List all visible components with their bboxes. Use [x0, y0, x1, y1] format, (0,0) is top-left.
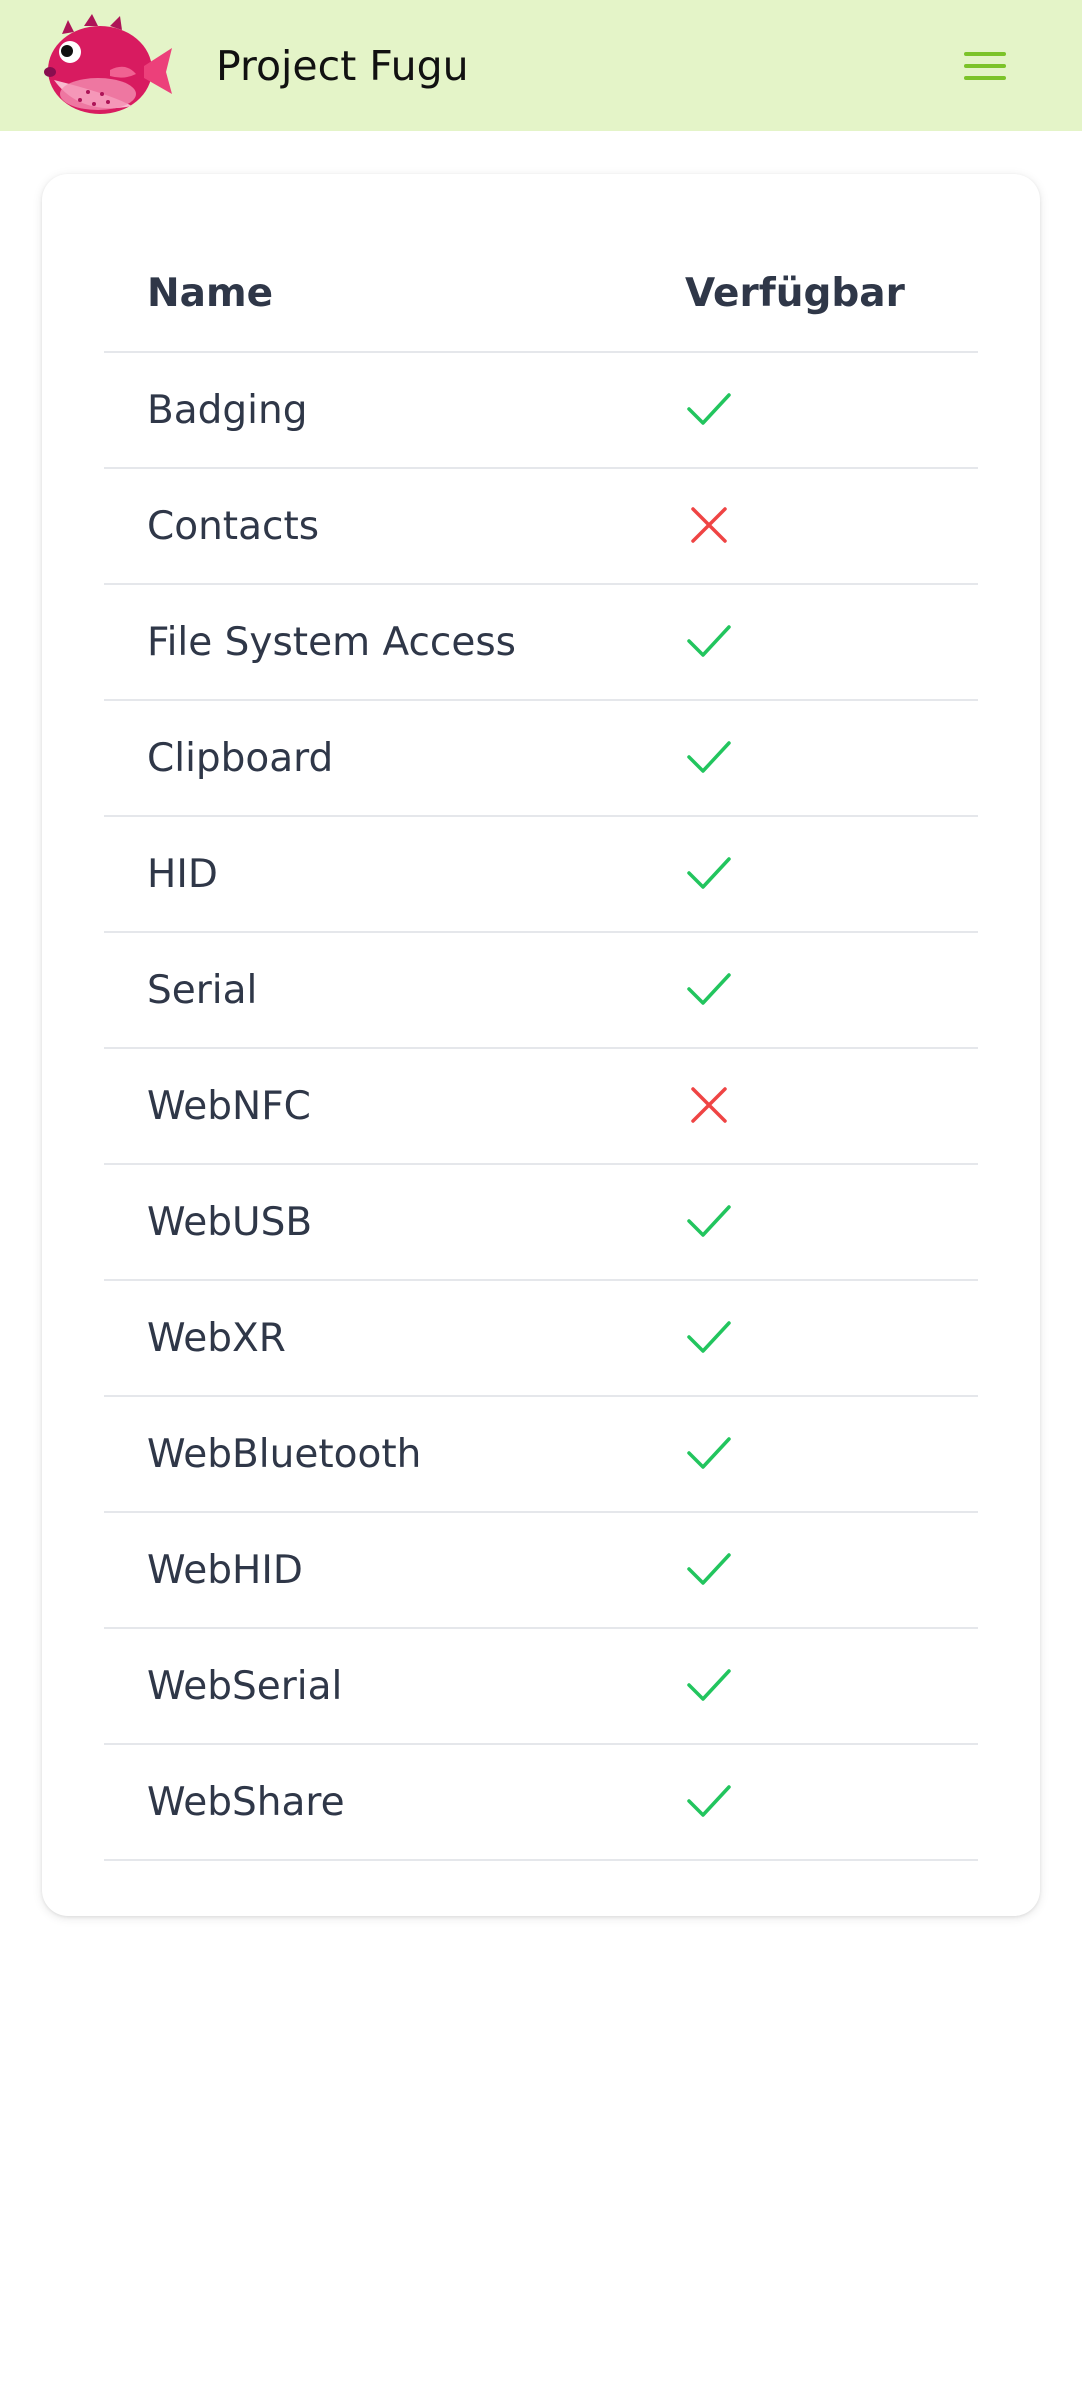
table-row: Contacts	[104, 468, 978, 585]
feature-availability	[685, 352, 978, 469]
check-icon	[685, 385, 733, 433]
feature-name: HID	[104, 816, 685, 933]
feature-name: WebSerial	[104, 1628, 685, 1745]
feature-name: File System Access	[104, 584, 685, 701]
check-icon	[685, 849, 733, 897]
feature-availability-table: Name Verfügbar Badging Contacts File Syste…	[104, 236, 978, 1861]
feature-table-card: Name Verfügbar Badging Contacts File Syste…	[42, 174, 1040, 1916]
check-icon	[685, 1661, 733, 1709]
feature-availability	[685, 1396, 978, 1513]
feature-name: WebUSB	[104, 1164, 685, 1281]
feature-name: WebShare	[104, 1744, 685, 1861]
feature-availability	[685, 816, 978, 933]
check-icon	[685, 1313, 733, 1361]
feature-availability	[685, 932, 978, 1049]
check-icon	[685, 1197, 733, 1245]
table-row: File System Access	[104, 584, 978, 701]
column-header-name: Name	[104, 236, 685, 353]
table-row: HID	[104, 816, 978, 933]
check-icon	[685, 1545, 733, 1593]
table-row: WebBluetooth	[104, 1396, 978, 1513]
check-icon	[685, 1429, 733, 1477]
feature-name: Serial	[104, 932, 685, 1049]
table-row: Badging	[104, 352, 978, 469]
check-icon	[685, 733, 733, 781]
check-icon	[685, 617, 733, 665]
app-title: Project Fugu	[216, 42, 469, 90]
feature-name: WebXR	[104, 1280, 685, 1397]
table-row: Serial	[104, 932, 978, 1049]
cross-icon	[685, 1081, 733, 1129]
pufferfish-logo-icon[interactable]	[40, 14, 174, 118]
table-row: WebUSB	[104, 1164, 978, 1281]
feature-availability	[685, 584, 978, 701]
feature-availability	[685, 700, 978, 817]
table-row: WebSerial	[104, 1628, 978, 1745]
cross-icon	[685, 501, 733, 549]
column-header-available: Verfügbar	[685, 236, 978, 353]
feature-availability	[685, 1512, 978, 1629]
feature-availability	[685, 1744, 978, 1861]
hamburger-menu-icon[interactable]	[958, 44, 1020, 88]
feature-name: WebHID	[104, 1512, 685, 1629]
check-icon	[685, 965, 733, 1013]
feature-name: Contacts	[104, 468, 685, 585]
check-icon	[685, 1777, 733, 1825]
table-row: WebXR	[104, 1280, 978, 1397]
feature-availability	[685, 1628, 978, 1745]
feature-name: Clipboard	[104, 700, 685, 817]
feature-availability	[685, 1164, 978, 1281]
table-header-row: Name Verfügbar	[104, 236, 978, 353]
top-app-bar: Project Fugu	[0, 0, 1082, 131]
table-row: WebNFC	[104, 1048, 978, 1165]
feature-availability	[685, 1280, 978, 1397]
table-row: WebHID	[104, 1512, 978, 1629]
feature-availability	[685, 1048, 978, 1165]
feature-name: WebNFC	[104, 1048, 685, 1165]
feature-availability	[685, 468, 978, 585]
feature-name: Badging	[104, 352, 685, 469]
table-row: Clipboard	[104, 700, 978, 817]
table-row: WebShare	[104, 1744, 978, 1861]
feature-name: WebBluetooth	[104, 1396, 685, 1513]
